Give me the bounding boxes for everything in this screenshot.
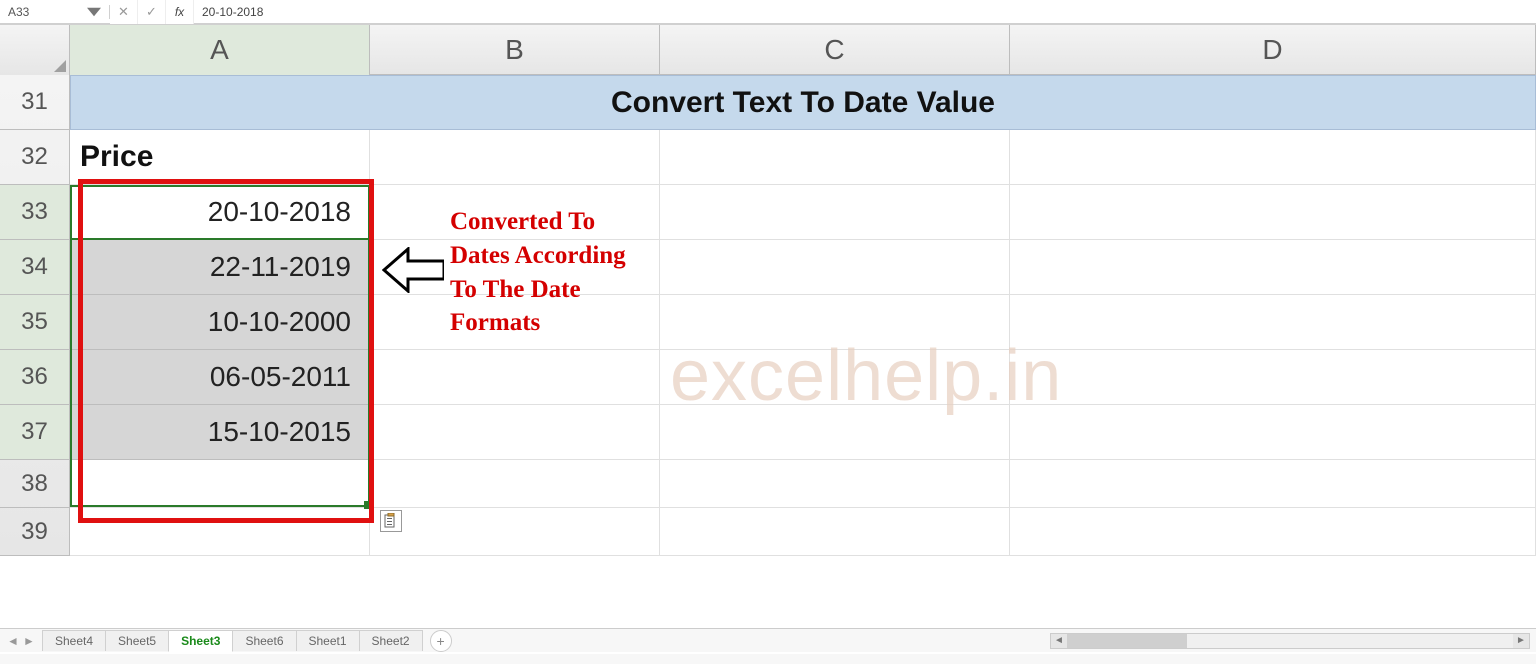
cell-B33[interactable] [370,185,660,240]
formula-bar: A33 ✕ ✓ fx 20-10-2018 [0,0,1536,24]
row-header-35[interactable]: 35 [0,295,69,350]
cell-A34[interactable]: 22-11-2019 [70,240,370,295]
tab-sheet2[interactable]: Sheet2 [359,630,423,651]
cell-D39[interactable] [1010,508,1536,556]
formula-confirm-button[interactable]: ✓ [138,0,166,24]
cell-D33[interactable] [1010,185,1536,240]
cell-C38[interactable] [660,460,1010,508]
cell-C32[interactable] [660,130,1010,185]
tab-nav-group: ◄ ► [0,634,42,648]
tab-sheet1[interactable]: Sheet1 [296,630,360,651]
row-39 [70,508,1536,556]
paste-options-button[interactable] [380,510,402,532]
row-34: 22-11-2019 [70,240,1536,295]
row-32: Price [70,130,1536,185]
col-header-C[interactable]: C [660,25,1010,75]
cell-B37[interactable] [370,405,660,460]
cell-A39[interactable] [70,508,370,556]
cell-B39[interactable] [370,508,660,556]
chevron-down-icon[interactable] [87,5,101,19]
grid-area: A B C D 31 32 33 34 35 36 37 38 39 Conve… [0,24,1536,628]
cell-C39[interactable] [660,508,1010,556]
col-header-B[interactable]: B [370,25,660,75]
tab-nav-next[interactable]: ► [22,634,36,648]
cell-A32[interactable]: Price [70,130,370,185]
row-header-36[interactable]: 36 [0,350,69,405]
row-header-34[interactable]: 34 [0,240,69,295]
tab-sheet6[interactable]: Sheet6 [232,630,296,651]
cell-C37[interactable] [660,405,1010,460]
cell-B34[interactable] [370,240,660,295]
name-box[interactable]: A33 [0,5,110,19]
row-header-39[interactable]: 39 [0,508,69,556]
cell-D36[interactable] [1010,350,1536,405]
row-header-32[interactable]: 32 [0,130,69,185]
cell-title[interactable]: Convert Text To Date Value [70,75,1536,130]
tab-sheet5[interactable]: Sheet5 [105,630,169,651]
cell-A38[interactable] [70,460,370,508]
cell-C35[interactable] [660,295,1010,350]
cell-A37[interactable]: 15-10-2015 [70,405,370,460]
cell-D32[interactable] [1010,130,1536,185]
tab-sheet4[interactable]: Sheet4 [42,630,106,651]
horizontal-scrollbar[interactable]: ◄ ► [1050,633,1530,649]
cells-region: Convert Text To Date Value Price 20-10-2… [70,75,1536,628]
row-header-strip: 31 32 33 34 35 36 37 38 39 [0,75,70,556]
paste-options-icon [383,513,399,529]
cell-D38[interactable] [1010,460,1536,508]
col-header-A[interactable]: A [70,25,370,75]
cell-C34[interactable] [660,240,1010,295]
column-header-row: A B C D [0,25,1536,75]
row-38 [70,460,1536,508]
cell-C33[interactable] [660,185,1010,240]
cell-B38[interactable] [370,460,660,508]
status-bar-spacer [0,654,1536,664]
cell-A35[interactable]: 10-10-2000 [70,295,370,350]
cell-B36[interactable] [370,350,660,405]
add-sheet-button[interactable]: + [430,630,452,652]
row-header-33[interactable]: 33 [0,185,69,240]
cell-B35[interactable] [370,295,660,350]
cell-B32[interactable] [370,130,660,185]
cell-A36[interactable]: 06-05-2011 [70,350,370,405]
row-header-37[interactable]: 37 [0,405,69,460]
cell-D34[interactable] [1010,240,1536,295]
row-35: 10-10-2000 [70,295,1536,350]
select-all-cell[interactable] [0,25,70,75]
scroll-thumb[interactable] [1067,634,1187,648]
row-37: 15-10-2015 [70,405,1536,460]
formula-cancel-button[interactable]: ✕ [110,0,138,24]
insert-function-button[interactable]: fx [166,0,194,24]
cell-D35[interactable] [1010,295,1536,350]
row-33: 20-10-2018 [70,185,1536,240]
tab-sheet3[interactable]: Sheet3 [168,630,233,652]
scroll-left-button[interactable]: ◄ [1051,634,1067,648]
row-header-38[interactable]: 38 [0,460,69,508]
row-header-31[interactable]: 31 [0,75,69,130]
cell-D37[interactable] [1010,405,1536,460]
col-header-D[interactable]: D [1010,25,1536,75]
row-31: Convert Text To Date Value [70,75,1536,130]
formula-input[interactable]: 20-10-2018 [194,5,1536,19]
scroll-right-button[interactable]: ► [1513,634,1529,648]
name-box-value: A33 [8,5,29,19]
cell-A33[interactable]: 20-10-2018 [70,185,370,240]
sheet-tabs-bar: ◄ ► Sheet4 Sheet5 Sheet3 Sheet6 Sheet1 S… [0,628,1536,652]
row-36: 06-05-2011 [70,350,1536,405]
tab-nav-prev[interactable]: ◄ [6,634,20,648]
cell-C36[interactable] [660,350,1010,405]
